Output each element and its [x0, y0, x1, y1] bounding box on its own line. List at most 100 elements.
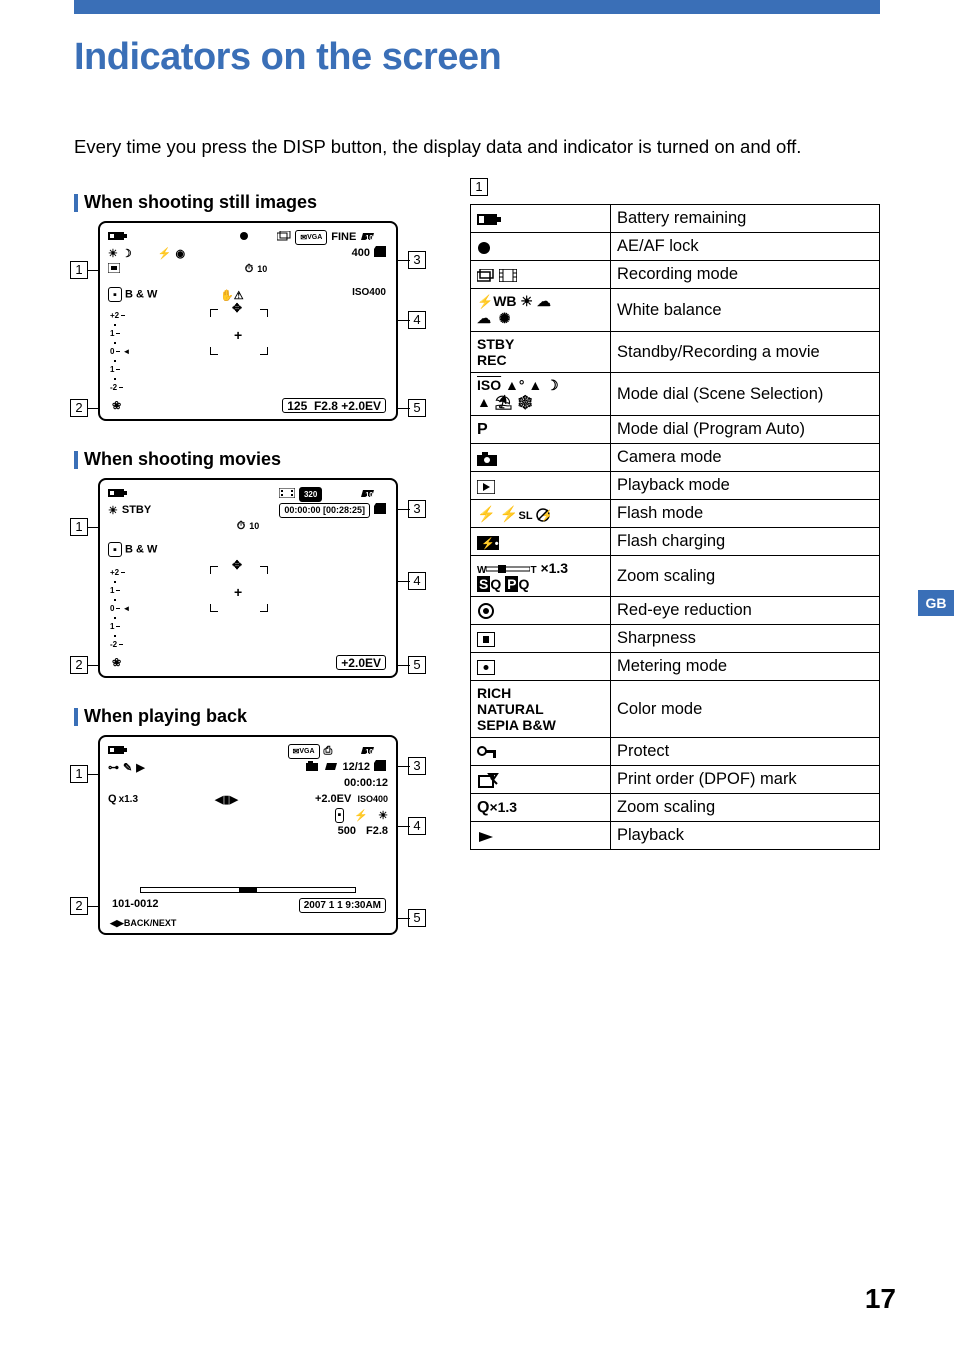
diagram-movies: 1 2 3 4 5 320 101 ☀ STBY 00:00:00 [0 [98, 478, 398, 678]
playback-info-row: 101-0012 2007 1 1 9:30AM [112, 898, 386, 913]
callout-1: 1 [70, 518, 88, 536]
volume-icon: ◀▮▶ [215, 793, 238, 806]
ev-value: +2.0EV [336, 655, 386, 670]
table-row: ⚡WB ☀ ☁☁ ✺White balance [471, 289, 880, 332]
table-row: Print order (DPOF) mark [471, 766, 880, 794]
indicator-desc: Battery remaining [611, 205, 880, 233]
indicators-table: Battery remainingAE/AF lock Recording mo… [470, 204, 880, 850]
callout-1: 1 [70, 261, 88, 279]
bw-indicator-row: ▪ B & W [108, 542, 157, 557]
folder-icon: 101 [360, 745, 388, 758]
indicator-desc: Red-eye reduction [611, 597, 880, 625]
metering-box-icon: ▪ [335, 808, 345, 823]
table-row: Camera mode [471, 444, 880, 472]
indicator-icon-dpof [471, 766, 611, 794]
vga-indicator: ✉VGA [295, 230, 327, 245]
ev-scale: +2 1 0◄ 1 -2 [110, 311, 130, 392]
page-title: Indicators on the screen [74, 36, 501, 79]
screen-row-6: 500 F2.8 [108, 823, 388, 839]
move-icon: ✥ [232, 301, 242, 315]
shots-remaining: 400 [352, 247, 370, 259]
table-row: Q×1.3Zoom scaling [471, 794, 880, 822]
indicator-icon-battery [471, 205, 611, 233]
metering-box-icon: ▪ [108, 542, 122, 557]
flash-icon: ⚡ [354, 809, 368, 822]
shutter-speed: 500 [338, 825, 356, 837]
burst-icon [277, 231, 291, 244]
callout-1: 1 [70, 765, 88, 783]
battery-icon [108, 488, 128, 501]
battery-icon [108, 231, 128, 244]
sharpness-icon [108, 263, 120, 276]
indicator-desc: Zoom scaling [611, 556, 880, 597]
table-row: Metering mode [471, 653, 880, 681]
indicator-desc: Camera mode [611, 444, 880, 472]
film-icon [279, 488, 295, 501]
aperture: F2.8 [314, 399, 338, 413]
color-mode-bw: B & W [125, 544, 157, 556]
exposure-status-row: ❀ 125 F2.8 +2.0EV [112, 398, 386, 413]
callout-2: 2 [70, 399, 88, 417]
indicator-icon-protect [471, 738, 611, 766]
indicator-icon-colormode: RICHNATURALSEPIA B&W [471, 681, 611, 738]
indicator-icon-stbyrec: STBYREC [471, 332, 611, 373]
table-row: Playback [471, 822, 880, 850]
indicator-icon-recmode [471, 261, 611, 289]
indicator-desc: Recording mode [611, 261, 880, 289]
screen-row-top: ✉VGA FINE 101 [108, 229, 388, 245]
screen-row-2: ☀ ☽ ⚡ ◉ 400 [108, 245, 388, 261]
aperture: F2.8 [366, 825, 388, 837]
screen-row-3: ⏱10 [108, 261, 388, 277]
exposure-status-row: ❀ +2.0EV [112, 655, 386, 670]
table-row: ⚡• Flash charging [471, 528, 880, 556]
left-column: When shooting still images 1 2 3 4 5 ✉VG… [74, 178, 454, 935]
indicator-icon-zoomscale: WT ×1.3SQ PQ [471, 556, 611, 597]
playback-progress-bar [140, 887, 356, 893]
af-frame: ✥ + [210, 566, 268, 612]
color-mode-bw: B & W [125, 289, 157, 301]
lcd-screen-still: ✉VGA FINE 101 ☀ ☽ ⚡ ◉ 400 ⏱10 [98, 221, 398, 421]
table-region-number: 1 [470, 178, 488, 196]
svg-text:⚡•: ⚡• [481, 537, 499, 550]
callout-line [398, 665, 410, 666]
elapsed-time: 00:00:12 [344, 777, 388, 789]
indicator-desc: Flash charging [611, 528, 880, 556]
flash-icon: ⚡ [158, 247, 172, 260]
lcd-screen-playback: ✉VGA ⎙ 101 ⊶ ✎ ▶ 12/12 00:00:12 Qx1.3 [98, 735, 398, 935]
screen-row-4: Qx1.3 ◀▮▶ +2.0EV ISO400 [108, 791, 388, 807]
section-heading-playback: When playing back [74, 706, 454, 727]
card-icon [374, 503, 388, 518]
bw-indicator-row: ▪ B & W [108, 287, 157, 302]
indicator-desc: Playback mode [611, 472, 880, 500]
indicator-icon-sharpness [471, 625, 611, 653]
table-row: ⚡ ⚡SL ⚡Flash mode [471, 500, 880, 528]
callout-line [398, 826, 410, 827]
iso-indicator: ISO400 [357, 794, 388, 804]
image-count: 12/12 [342, 761, 370, 773]
ev-scale: +2 1 0◄ 1 -2 [110, 568, 130, 649]
callout-5: 5 [408, 909, 426, 927]
battery-icon [108, 745, 128, 758]
callout-4: 4 [408, 311, 426, 329]
indicator-desc: Metering mode [611, 653, 880, 681]
indicator-desc: Standby/Recording a movie [611, 332, 880, 373]
move-icon: ✥ [232, 558, 242, 572]
play-triangle-icon: ▶ [136, 761, 144, 774]
table-row: PMode dial (Program Auto) [471, 416, 880, 444]
section-heading-still: When shooting still images [74, 192, 454, 213]
ev-value: +2.0EV [341, 399, 381, 413]
callout-line [398, 320, 410, 321]
table-row: RICHNATURALSEPIA B&WColor mode [471, 681, 880, 738]
aeaf-dot-icon [239, 231, 249, 244]
page-number: 17 [865, 1283, 896, 1315]
callout-4: 4 [408, 572, 426, 590]
stby-label: STBY [122, 504, 151, 516]
heading-text-playback: When playing back [84, 706, 247, 727]
moon-icon: ☽ [122, 247, 132, 260]
callout-line [398, 766, 410, 767]
indicator-desc: Mode dial (Scene Selection) [611, 373, 880, 416]
back-next-hint: ◀▶BACK/NEXT [110, 918, 176, 929]
selftimer-icon: ⏱ [237, 520, 246, 533]
indicator-desc: Flash mode [611, 500, 880, 528]
indicator-icon-p: P [471, 416, 611, 444]
